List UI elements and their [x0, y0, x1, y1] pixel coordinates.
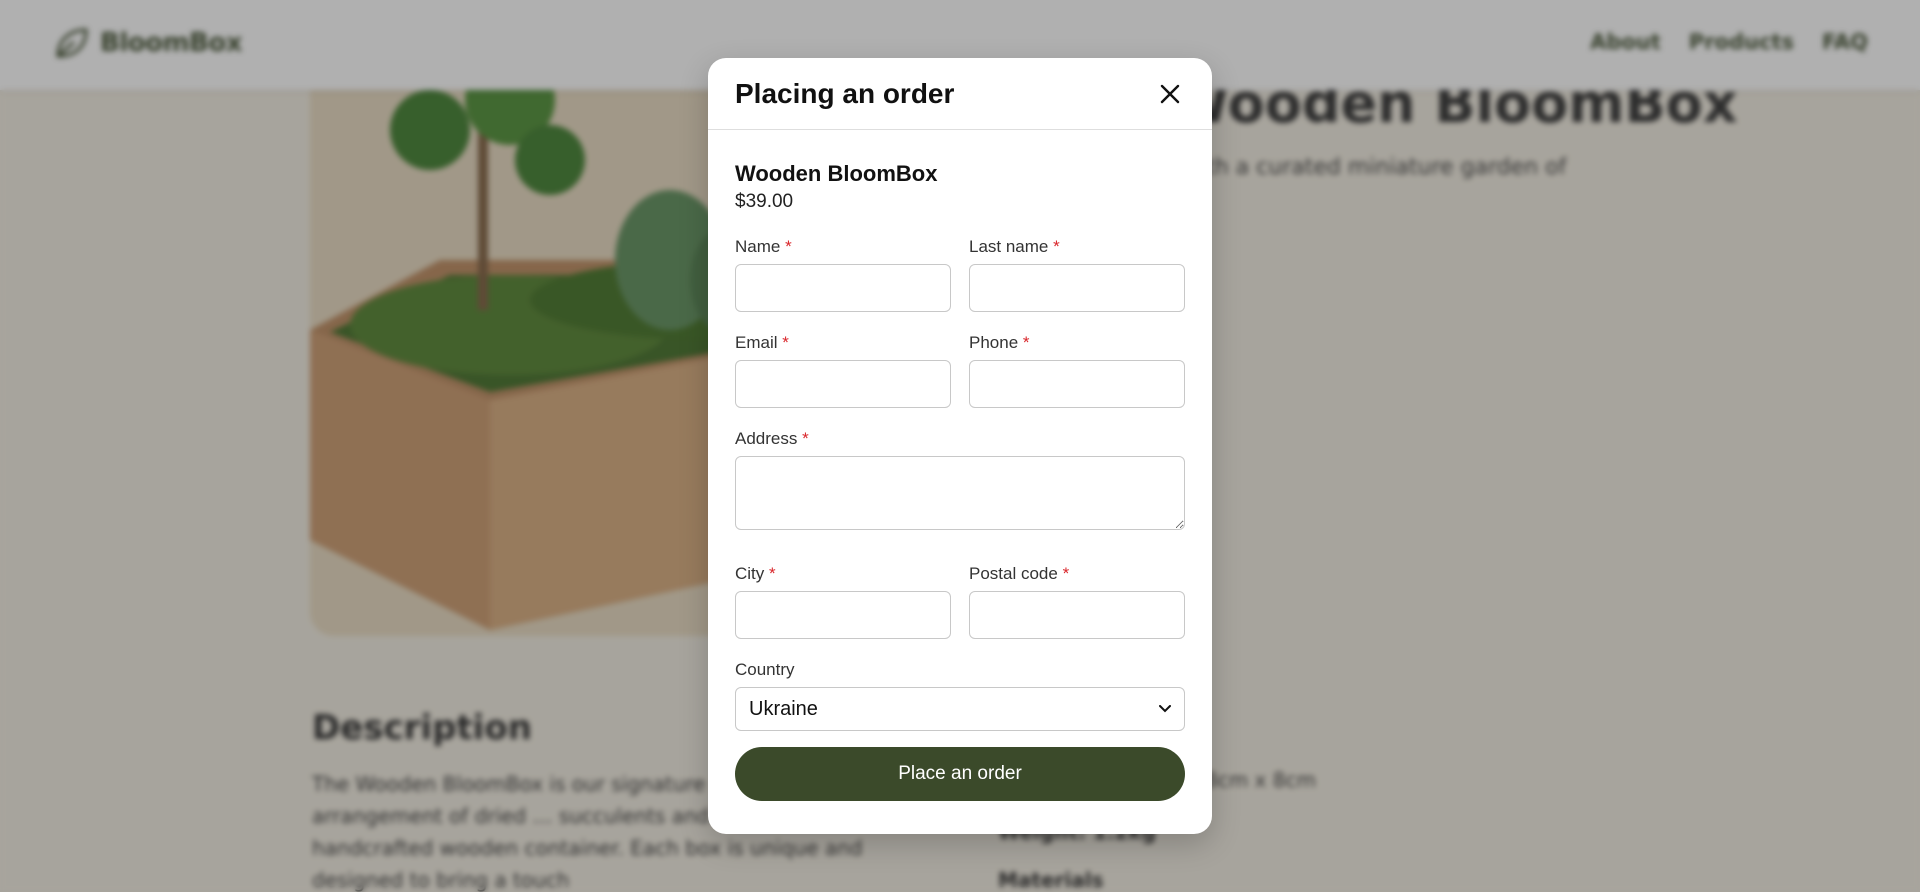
country-select[interactable]: Ukraine [735, 687, 1185, 731]
place-order-button[interactable]: Place an order [735, 747, 1185, 801]
name-input[interactable] [735, 264, 951, 312]
postal-code-input[interactable] [969, 591, 1185, 639]
address-textarea[interactable] [735, 456, 1185, 530]
city-label: City * [735, 564, 776, 583]
email-input[interactable] [735, 360, 951, 408]
field-email: Email * [735, 332, 951, 408]
name-label: Name * [735, 237, 792, 256]
email-label: Email * [735, 333, 789, 352]
required-mark: * [1053, 237, 1060, 256]
last-name-label: Last name * [969, 237, 1060, 256]
required-mark: * [769, 564, 776, 583]
field-last-name: Last name * [969, 236, 1185, 312]
country-label: Country [735, 660, 795, 679]
required-mark: * [782, 333, 789, 352]
field-name: Name * [735, 236, 951, 312]
order-product-price: $39.00 [735, 191, 794, 212]
field-phone: Phone * [969, 332, 1185, 408]
order-product-name: Wooden BloomBox [735, 161, 938, 186]
country-selected-value: Ukraine [749, 697, 818, 720]
required-mark: * [1062, 564, 1070, 583]
last-name-input[interactable] [969, 264, 1185, 312]
postal-code-label: Postal code * [969, 564, 1070, 583]
close-icon [1160, 84, 1180, 103]
field-postal-code: Postal code * [969, 563, 1185, 639]
field-address: Address * [735, 428, 1185, 535]
modal-header: Placing an order [708, 58, 1212, 130]
order-modal: Placing an order Wooden BloomBox $39.00 … [708, 58, 1212, 834]
phone-label: Phone * [969, 333, 1030, 352]
order-form: Name * Last name * Email * Phone * Addre… [735, 236, 1185, 801]
modal-body: Wooden BloomBox $39.00 Name * Last name … [708, 130, 1212, 801]
close-button[interactable] [1154, 78, 1186, 110]
address-label: Address * [735, 429, 809, 448]
field-country: Country Ukraine [735, 659, 1185, 731]
field-city: City * [735, 563, 951, 639]
modal-title: Placing an order [735, 77, 955, 109]
required-mark: * [1022, 333, 1030, 352]
city-input[interactable] [735, 591, 951, 639]
chevron-down-icon [1159, 705, 1171, 713]
required-mark: * [785, 237, 792, 256]
required-mark: * [802, 429, 809, 448]
phone-input[interactable] [969, 360, 1185, 408]
